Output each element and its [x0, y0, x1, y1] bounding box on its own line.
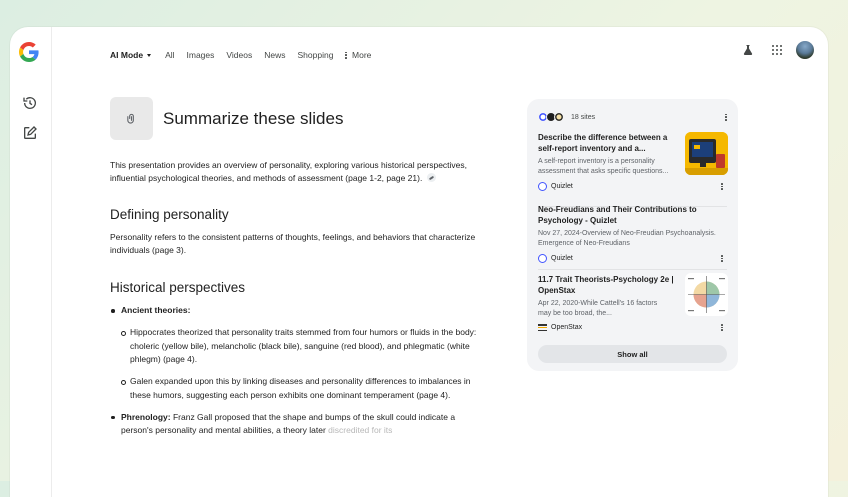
- history-icon[interactable]: [22, 95, 38, 111]
- source-site: OpenStax: [538, 324, 728, 331]
- source-site: Quizlet: [538, 182, 728, 191]
- site-name: Quizlet: [551, 183, 573, 190]
- tab-news[interactable]: News: [264, 50, 285, 60]
- source-title[interactable]: Neo-Freudians and Their Contributions to…: [538, 205, 703, 226]
- section-paragraph: Personality refers to the consistent pat…: [110, 231, 476, 255]
- source-title[interactable]: 11.7 Trait Theorists-Psychology 2e | Ope…: [538, 275, 678, 296]
- user-query: Summarize these slides: [110, 97, 480, 140]
- source-site: Quizlet: [538, 254, 728, 263]
- paperclip-icon: [127, 113, 134, 124]
- answer-column: Summarize these slides This presentation…: [110, 97, 480, 438]
- more-vert-icon[interactable]: [720, 183, 724, 190]
- new-chat-edit-icon[interactable]: [22, 125, 38, 141]
- openstax-favicon-icon: [554, 112, 564, 122]
- list-item: Galen expanded upon this by linking dise…: [121, 375, 480, 402]
- source-thumbnail[interactable]: [685, 273, 728, 316]
- tab-more-label: More: [352, 50, 372, 60]
- tab-shopping[interactable]: Shopping: [298, 50, 334, 60]
- sources-count: 18 sites: [571, 113, 596, 121]
- intro-paragraph: This presentation provides an overview o…: [110, 159, 480, 186]
- account-area: [742, 41, 814, 59]
- trait-diagram-image: [688, 276, 725, 313]
- attachment-thumbnail[interactable]: [110, 97, 153, 140]
- labs-flask-icon[interactable]: [742, 44, 754, 56]
- divider: [538, 269, 727, 270]
- slide-thumbnail-image: [685, 132, 728, 175]
- avatar[interactable]: [796, 41, 814, 59]
- sources-panel: 18 sites Describe the difference between…: [527, 99, 738, 371]
- browser-window: AI Mode All Images Videos News Shopping …: [10, 27, 828, 497]
- tab-all[interactable]: All: [165, 50, 174, 60]
- bullet-label: Ancient theories:: [121, 305, 191, 316]
- bullet-list: Ancient theories: Hippocrates theorized …: [110, 304, 480, 437]
- tab-label: AI Mode: [110, 50, 144, 60]
- section-heading: Historical perspectives: [110, 280, 246, 296]
- sources-header: 18 sites: [538, 109, 728, 125]
- bullet-label: Phrenology:: [121, 411, 171, 422]
- show-all-button[interactable]: Show all: [538, 345, 727, 363]
- site-name: OpenStax: [551, 324, 583, 331]
- intro-text: This presentation provides an overview o…: [110, 160, 468, 184]
- chevron-down-icon: [147, 53, 152, 57]
- query-text: Summarize these slides: [163, 108, 344, 128]
- source-title[interactable]: Describe the difference between a self-r…: [538, 133, 668, 154]
- tab-images[interactable]: Images: [187, 50, 215, 60]
- source-snippet: A self-report inventory is a personality…: [538, 158, 669, 175]
- list-item: Ancient theories: Hippocrates theorized …: [110, 304, 480, 402]
- more-vert-icon: [345, 51, 348, 59]
- source-item[interactable]: Neo-Freudians and Their Contributions to…: [538, 205, 728, 263]
- more-vert-icon[interactable]: [720, 324, 724, 331]
- openstax-icon: [538, 324, 547, 331]
- list-item: Phrenology: Franz Gall proposed that the…: [110, 411, 480, 438]
- top-bar: AI Mode All Images Videos News Shopping …: [51, 27, 828, 77]
- apps-grid-icon[interactable]: [772, 45, 782, 55]
- more-vert-icon[interactable]: [724, 113, 728, 121]
- quizlet-icon: [538, 254, 547, 263]
- tab-videos[interactable]: Videos: [226, 50, 252, 60]
- source-snippet: Apr 22, 2020-While Cattell's 16 factors …: [538, 300, 658, 317]
- section-heading: Defining personality: [110, 206, 229, 222]
- list-item: Hippocrates theorized that personality t…: [121, 326, 480, 366]
- search-mode-tabs: AI Mode All Images Videos News Shopping …: [110, 50, 383, 60]
- site-name: Quizlet: [551, 255, 573, 262]
- bullet-text-faded: discredited for its: [328, 425, 393, 436]
- citation-link-icon[interactable]: [426, 173, 436, 183]
- tab-more[interactable]: More: [345, 50, 371, 60]
- source-snippet: Nov 27, 2024-Overview of Neo-Freudian Ps…: [538, 230, 716, 247]
- more-vert-icon[interactable]: [720, 255, 724, 262]
- quizlet-icon: [538, 182, 547, 191]
- source-thumbnail[interactable]: [685, 132, 728, 175]
- google-logo-icon[interactable]: [19, 42, 39, 62]
- left-rail: [10, 27, 52, 497]
- sub-bullet-list: Hippocrates theorized that personality t…: [121, 326, 480, 401]
- bullet-text: Franz Gall proposed that the shape and b…: [121, 411, 456, 436]
- tab-ai-mode[interactable]: AI Mode: [110, 50, 152, 60]
